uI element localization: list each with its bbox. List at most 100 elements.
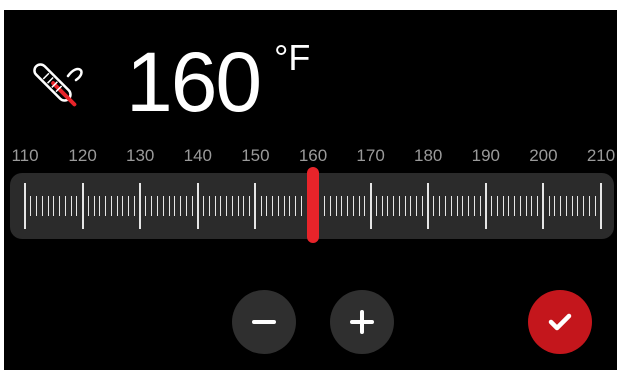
minor-tick xyxy=(341,196,343,216)
minor-tick xyxy=(479,196,481,216)
minor-tick xyxy=(462,196,464,216)
minor-tick xyxy=(277,196,279,216)
minor-tick xyxy=(99,196,101,216)
decrease-button[interactable] xyxy=(232,290,296,354)
minor-tick xyxy=(266,196,268,216)
scale-label: 120 xyxy=(68,146,97,165)
scale-label: 200 xyxy=(529,146,558,165)
minor-tick xyxy=(329,196,331,216)
minor-tick xyxy=(347,196,349,216)
temperature-value: 160 xyxy=(126,35,262,129)
minor-tick xyxy=(249,196,251,216)
minor-tick xyxy=(393,196,395,216)
minor-tick xyxy=(375,196,377,216)
scale-label: 190 xyxy=(471,146,500,165)
minor-tick xyxy=(70,196,72,216)
minor-tick xyxy=(145,196,147,216)
minor-tick xyxy=(577,196,579,216)
minor-tick xyxy=(226,196,228,216)
increase-button[interactable] xyxy=(330,290,394,354)
minor-tick xyxy=(133,196,135,216)
minor-tick xyxy=(180,196,182,216)
major-tick xyxy=(139,183,142,229)
minor-tick xyxy=(208,196,210,216)
oven-control-screen: 160 °F 110 120 130 140 150 160 170 180 190 200 210 xyxy=(4,10,617,370)
minor-tick xyxy=(433,196,435,216)
minor-tick xyxy=(41,196,43,216)
minor-tick xyxy=(174,196,176,216)
minor-tick xyxy=(122,196,124,216)
major-tick xyxy=(196,183,199,229)
minor-tick xyxy=(560,196,562,216)
minor-tick xyxy=(583,196,585,216)
minor-tick xyxy=(59,196,61,216)
major-tick xyxy=(427,183,430,229)
major-tick xyxy=(484,183,487,229)
minor-tick xyxy=(237,196,239,216)
minor-tick xyxy=(168,196,170,216)
minor-tick xyxy=(324,196,326,216)
scale-label: 150 xyxy=(241,146,270,165)
minor-tick xyxy=(156,196,158,216)
minor-tick xyxy=(162,196,164,216)
minor-tick xyxy=(548,196,550,216)
minor-tick xyxy=(525,196,527,216)
major-tick xyxy=(369,183,372,229)
minor-tick xyxy=(531,196,533,216)
minor-tick xyxy=(110,196,112,216)
minor-tick xyxy=(64,196,66,216)
minor-tick xyxy=(47,196,49,216)
temperature-slider[interactable] xyxy=(10,167,614,243)
minor-tick xyxy=(105,196,107,216)
thermometer-probe-icon xyxy=(26,56,86,116)
minor-tick xyxy=(410,196,412,216)
minor-tick xyxy=(519,196,521,216)
minor-tick xyxy=(444,196,446,216)
major-tick xyxy=(542,183,545,229)
minor-tick xyxy=(364,196,366,216)
minor-tick xyxy=(335,196,337,216)
minor-tick xyxy=(151,196,153,216)
minor-tick xyxy=(300,196,302,216)
minor-tick xyxy=(116,196,118,216)
minor-tick xyxy=(496,196,498,216)
scale-label: 180 xyxy=(414,146,443,165)
scale-label: 110 xyxy=(11,146,39,165)
minor-tick xyxy=(588,196,590,216)
minor-tick xyxy=(421,196,423,216)
minor-tick xyxy=(191,196,193,216)
minor-tick xyxy=(220,196,222,216)
slider-handle[interactable] xyxy=(307,167,319,243)
confirm-button[interactable] xyxy=(528,290,592,354)
minor-tick xyxy=(295,196,297,216)
minor-tick xyxy=(87,196,89,216)
scale-label: 130 xyxy=(126,146,155,165)
minor-tick xyxy=(537,196,539,216)
minor-tick xyxy=(30,196,32,216)
scale-label: 160 xyxy=(298,146,328,165)
minor-tick xyxy=(128,196,130,216)
minor-tick xyxy=(439,196,441,216)
minor-tick xyxy=(352,196,354,216)
minor-tick xyxy=(491,196,493,216)
minor-tick xyxy=(381,196,383,216)
temperature-unit: °F xyxy=(274,37,311,78)
minor-tick xyxy=(93,196,95,216)
minor-tick xyxy=(231,196,233,216)
minor-tick xyxy=(358,196,360,216)
minor-tick xyxy=(554,196,556,216)
minor-tick xyxy=(185,196,187,216)
minor-tick xyxy=(53,196,55,216)
minor-tick xyxy=(565,196,567,216)
minor-tick xyxy=(473,196,475,216)
minor-tick xyxy=(283,196,285,216)
minor-tick xyxy=(260,196,262,216)
minor-tick xyxy=(272,196,274,216)
plus-icon xyxy=(347,307,377,337)
minor-tick xyxy=(502,196,504,216)
minor-tick xyxy=(416,196,418,216)
minor-tick xyxy=(203,196,205,216)
minor-tick xyxy=(404,196,406,216)
major-tick xyxy=(600,183,602,229)
minor-tick xyxy=(214,196,216,216)
